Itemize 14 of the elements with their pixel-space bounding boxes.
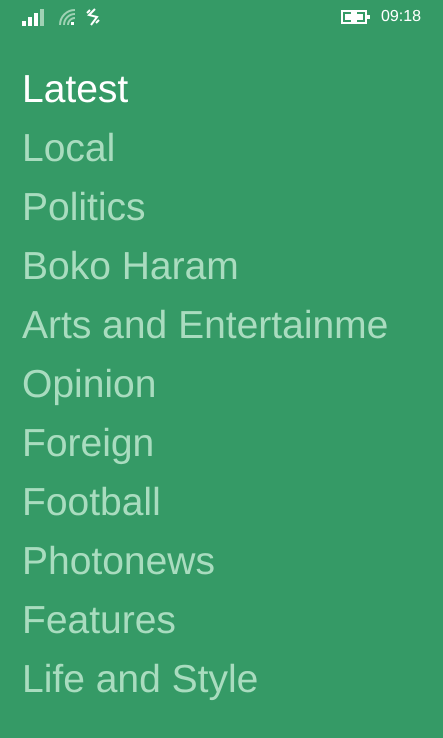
menu-item[interactable]: Photonews [22, 532, 443, 591]
menu-item[interactable]: Boko Haram [22, 237, 443, 296]
battery-charging-icon [340, 9, 371, 25]
menu-item[interactable]: Opinion [22, 355, 443, 414]
menu-item[interactable]: Life and Style [22, 650, 443, 709]
menu-item[interactable]: Foreign [22, 414, 443, 473]
menu-item[interactable]: Features [22, 591, 443, 650]
clock-time: 09:18 [380, 8, 421, 26]
wifi-icon [58, 8, 76, 26]
menu-item[interactable]: Politics [22, 178, 443, 237]
menu-item[interactable]: Football [22, 473, 443, 532]
menu-item[interactable]: Local [22, 119, 443, 178]
menu-item[interactable]: Latest [22, 60, 443, 119]
menu-item[interactable]: Arts and Entertainme [22, 296, 443, 355]
